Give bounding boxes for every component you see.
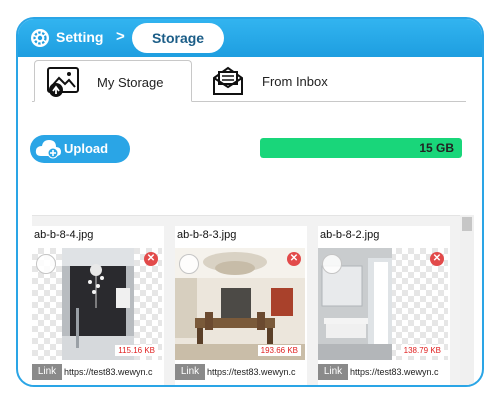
breadcrumb-separator: > — [116, 28, 125, 45]
scrollbar-thumb[interactable] — [462, 217, 472, 231]
file-card[interactable]: ab-b-8-2.jpg ✕ 138.79 KB Link https://te… — [318, 226, 450, 385]
storage-window: Setting > Storage My Storage From Inbox … — [16, 17, 484, 387]
file-link-row: Link https://test83.wewyn.c — [318, 364, 450, 380]
select-checkbox[interactable] — [36, 254, 56, 274]
file-size: 138.79 KB — [400, 345, 444, 356]
file-name: ab-b-8-4.jpg — [34, 229, 94, 241]
select-checkbox[interactable] — [179, 254, 199, 274]
gear-icon[interactable] — [30, 28, 50, 48]
file-size: 115.16 KB — [115, 345, 158, 356]
header-bar: Setting > Storage — [18, 19, 482, 57]
file-link-row: Link https://test83.wewyn.c — [32, 364, 164, 380]
image-upload-icon — [47, 67, 79, 97]
file-link-url[interactable]: https://test83.wewyn.c — [64, 364, 164, 380]
file-thumbnail[interactable]: ✕ 193.66 KB — [175, 248, 305, 360]
breadcrumb-setting[interactable]: Setting — [56, 29, 103, 45]
tab-my-storage-label: My Storage — [97, 75, 164, 90]
storage-quota-bar: 15 GB — [260, 138, 462, 158]
file-thumbnail[interactable]: ✕ 115.16 KB — [32, 248, 162, 360]
cloud-upload-icon — [35, 140, 61, 159]
file-grid: ab-b-8-4.jpg ✕ 115.16 KB Link https://te… — [32, 215, 460, 385]
tab-from-inbox-label: From Inbox — [262, 74, 328, 89]
tab-my-storage[interactable]: My Storage — [34, 60, 192, 102]
file-card[interactable]: ab-b-8-4.jpg ✕ 115.16 KB Link https://te… — [32, 226, 164, 385]
link-label: Link — [318, 364, 348, 380]
storage-panel: My Storage From Inbox Upload 15 GB ab-b-… — [28, 57, 474, 385]
file-link-url[interactable]: https://test83.wewyn.c — [350, 364, 450, 380]
vertical-scrollbar[interactable] — [460, 215, 474, 385]
select-checkbox[interactable] — [322, 254, 342, 274]
link-label: Link — [175, 364, 205, 380]
delete-button[interactable]: ✕ — [144, 252, 158, 266]
upload-button-label: Upload — [64, 141, 109, 156]
file-card[interactable]: ab-b-8-3.jpg ✕ 193.66 KB Link https://te… — [175, 226, 307, 385]
storage-quota-label: 15 GB — [419, 141, 454, 155]
file-name: ab-b-8-3.jpg — [177, 229, 237, 241]
file-link-url[interactable]: https://test83.wewyn.c — [207, 364, 307, 380]
delete-button[interactable]: ✕ — [287, 252, 301, 266]
file-size: 193.66 KB — [257, 345, 301, 356]
file-thumbnail[interactable]: ✕ 138.79 KB — [318, 248, 448, 360]
breadcrumb-storage: Storage — [132, 23, 224, 53]
tab-from-inbox[interactable]: From Inbox — [200, 60, 360, 102]
upload-button[interactable]: Upload — [30, 135, 130, 163]
envelope-icon — [213, 66, 243, 95]
file-link-row: Link https://test83.wewyn.c — [175, 364, 307, 380]
link-label: Link — [32, 364, 62, 380]
delete-button[interactable]: ✕ — [430, 252, 444, 266]
file-name: ab-b-8-2.jpg — [320, 229, 380, 241]
